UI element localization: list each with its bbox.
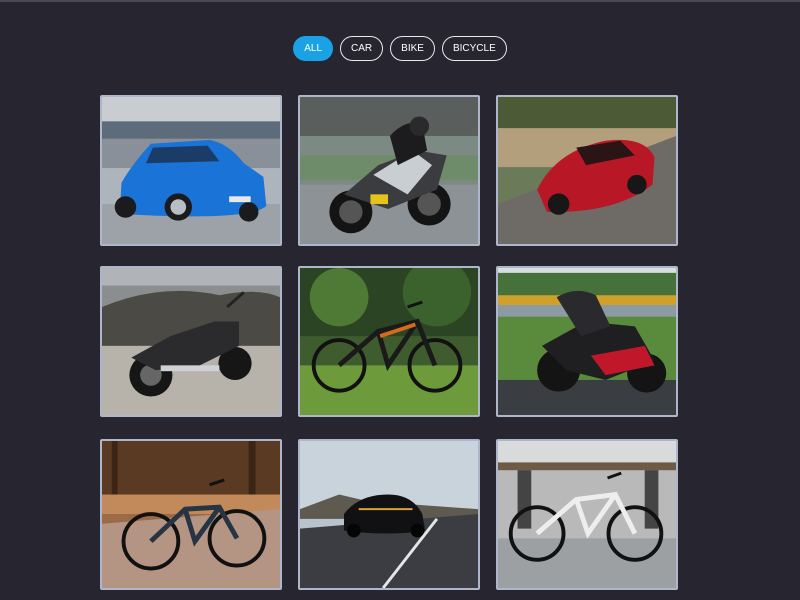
white-bicycle-image	[498, 441, 676, 588]
gallery-item-blue-car[interactable]	[100, 95, 282, 246]
red-car-image	[498, 97, 676, 244]
gallery-item-black-car[interactable]	[298, 439, 480, 590]
racing-bike-image	[300, 97, 478, 244]
gallery-item-racing-bike[interactable]	[298, 95, 480, 246]
black-car-image	[300, 441, 478, 588]
forest-bicycle-image	[102, 441, 280, 588]
gallery-item-forest-bicycle[interactable]	[100, 439, 282, 590]
mountain-bicycle-image	[300, 268, 478, 415]
blue-car-image	[102, 97, 280, 244]
gallery-item-red-racing-bike[interactable]	[496, 266, 678, 417]
gallery-item-mountain-bicycle[interactable]	[298, 266, 480, 417]
cruiser-bike-image	[102, 268, 280, 415]
gallery-item-red-car[interactable]	[496, 95, 678, 246]
vehicle-gallery	[0, 0, 800, 600]
gallery-item-cruiser-bike[interactable]	[100, 266, 282, 417]
gallery-item-white-bicycle[interactable]	[496, 439, 678, 590]
red-racing-bike-image	[498, 268, 676, 415]
